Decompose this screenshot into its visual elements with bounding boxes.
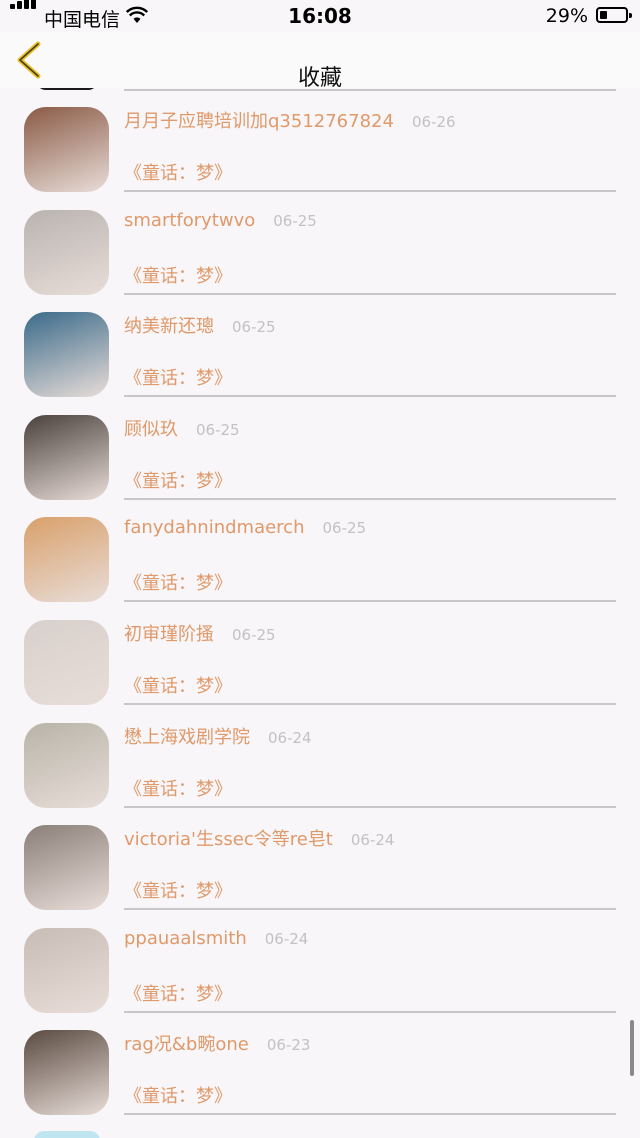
date: 06-25	[232, 318, 276, 337]
list-item[interactable]: 顾似玖 06-25 《童话：梦》	[0, 397, 640, 500]
song-title: 《童话：梦》	[124, 265, 232, 287]
user-name: victoria'生ssec令等re皂t 06-24	[124, 829, 395, 851]
song-title: 《童话：梦》	[124, 163, 232, 184]
song-title: 《童话：梦》	[124, 1086, 232, 1108]
song-title: 《童话：梦》	[124, 470, 232, 492]
user-name: rag况&b畹one 06-23	[124, 1034, 311, 1056]
user-name: ppauaalsmith 06-24	[124, 927, 309, 949]
avatar	[24, 414, 109, 500]
list-item[interactable]: ppauaalsmith 06-24 《童话：梦》	[0, 910, 640, 1013]
page-title: 收藏	[297, 66, 342, 91]
song-title: 《童话：梦》	[124, 368, 232, 390]
clock: 16:08	[288, 4, 352, 28]
list-item[interactable]: 懋上海戏剧学院 06-24 《童话：梦》	[0, 705, 640, 808]
date: 06-25	[273, 211, 317, 230]
list-item[interactable]: 月月子应聘培训加q3512767824 06-26 《童话：梦》	[0, 89, 640, 192]
user-name: fanydahnindmaerch 06-25	[124, 517, 367, 539]
date: 06-25	[232, 626, 276, 644]
song-title: 《童话：梦》	[124, 573, 232, 595]
avatar	[24, 517, 109, 603]
date: 06-26	[411, 113, 456, 131]
user-name: 初审瑾阶搔 06-25	[124, 624, 276, 645]
user-name: 纳美新还璁 06-25	[124, 316, 276, 338]
song-title: 《童话：梦》	[124, 881, 232, 903]
avatar	[24, 1030, 109, 1116]
avatar	[34, 1131, 100, 1138]
date: 06-24	[268, 728, 312, 747]
avatar	[24, 825, 109, 911]
user-name: 顾似玖 06-25	[124, 418, 240, 440]
favorites-list[interactable]: 月月子应聘培训加q3512767824 06-26 《童话：梦》 smartforyt…	[0, 0, 640, 1138]
list-item[interactable]: rag况&b畹one 06-23 《童话：梦》	[0, 1012, 640, 1116]
avatar	[24, 312, 109, 398]
list-item[interactable]: 初审瑾阶搔 06-25 《童话：梦》	[0, 602, 640, 705]
list-item[interactable]: 纳美新还璁 06-25 《童话：梦》	[0, 294, 640, 398]
avatar	[24, 927, 109, 1013]
list-item-partial[interactable]	[0, 1125, 640, 1138]
navigation-bar: 收藏	[0, 32, 640, 91]
list-item[interactable]: smartforytwvo 06-25 《童话：梦》	[0, 192, 640, 295]
date: 06-23	[266, 1036, 311, 1055]
avatar	[24, 107, 109, 192]
user-name: 懋上海戏剧学院 06-24	[124, 726, 312, 748]
row-divider	[124, 1113, 616, 1116]
song-title: 《童话：梦》	[124, 676, 232, 697]
date: 06-24	[264, 929, 309, 948]
status-bar: 中国电信 16:08 29%	[0, 0, 640, 32]
list-item[interactable]: fanydahnindmaerch 06-25 《童话：梦》	[0, 499, 640, 603]
battery-icon	[596, 7, 632, 23]
song-title: 《童话：梦》	[124, 983, 232, 1005]
user-name: 月月子应聘培训加q3512767824 06-26	[124, 111, 456, 132]
date: 06-24	[350, 831, 395, 850]
song-title: 《童话：梦》	[124, 778, 232, 800]
date: 06-25	[196, 420, 240, 439]
date: 06-25	[322, 519, 367, 538]
user-name: smartforytwvo 06-25	[124, 209, 317, 231]
scrollbar[interactable]	[630, 1020, 634, 1076]
battery-percent: 29%	[545, 5, 588, 27]
avatar	[24, 722, 109, 808]
avatar	[24, 209, 109, 295]
avatar	[24, 620, 109, 705]
list-item[interactable]: victoria'生ssec令等re皂t 06-24 《童话：梦》	[0, 807, 640, 911]
